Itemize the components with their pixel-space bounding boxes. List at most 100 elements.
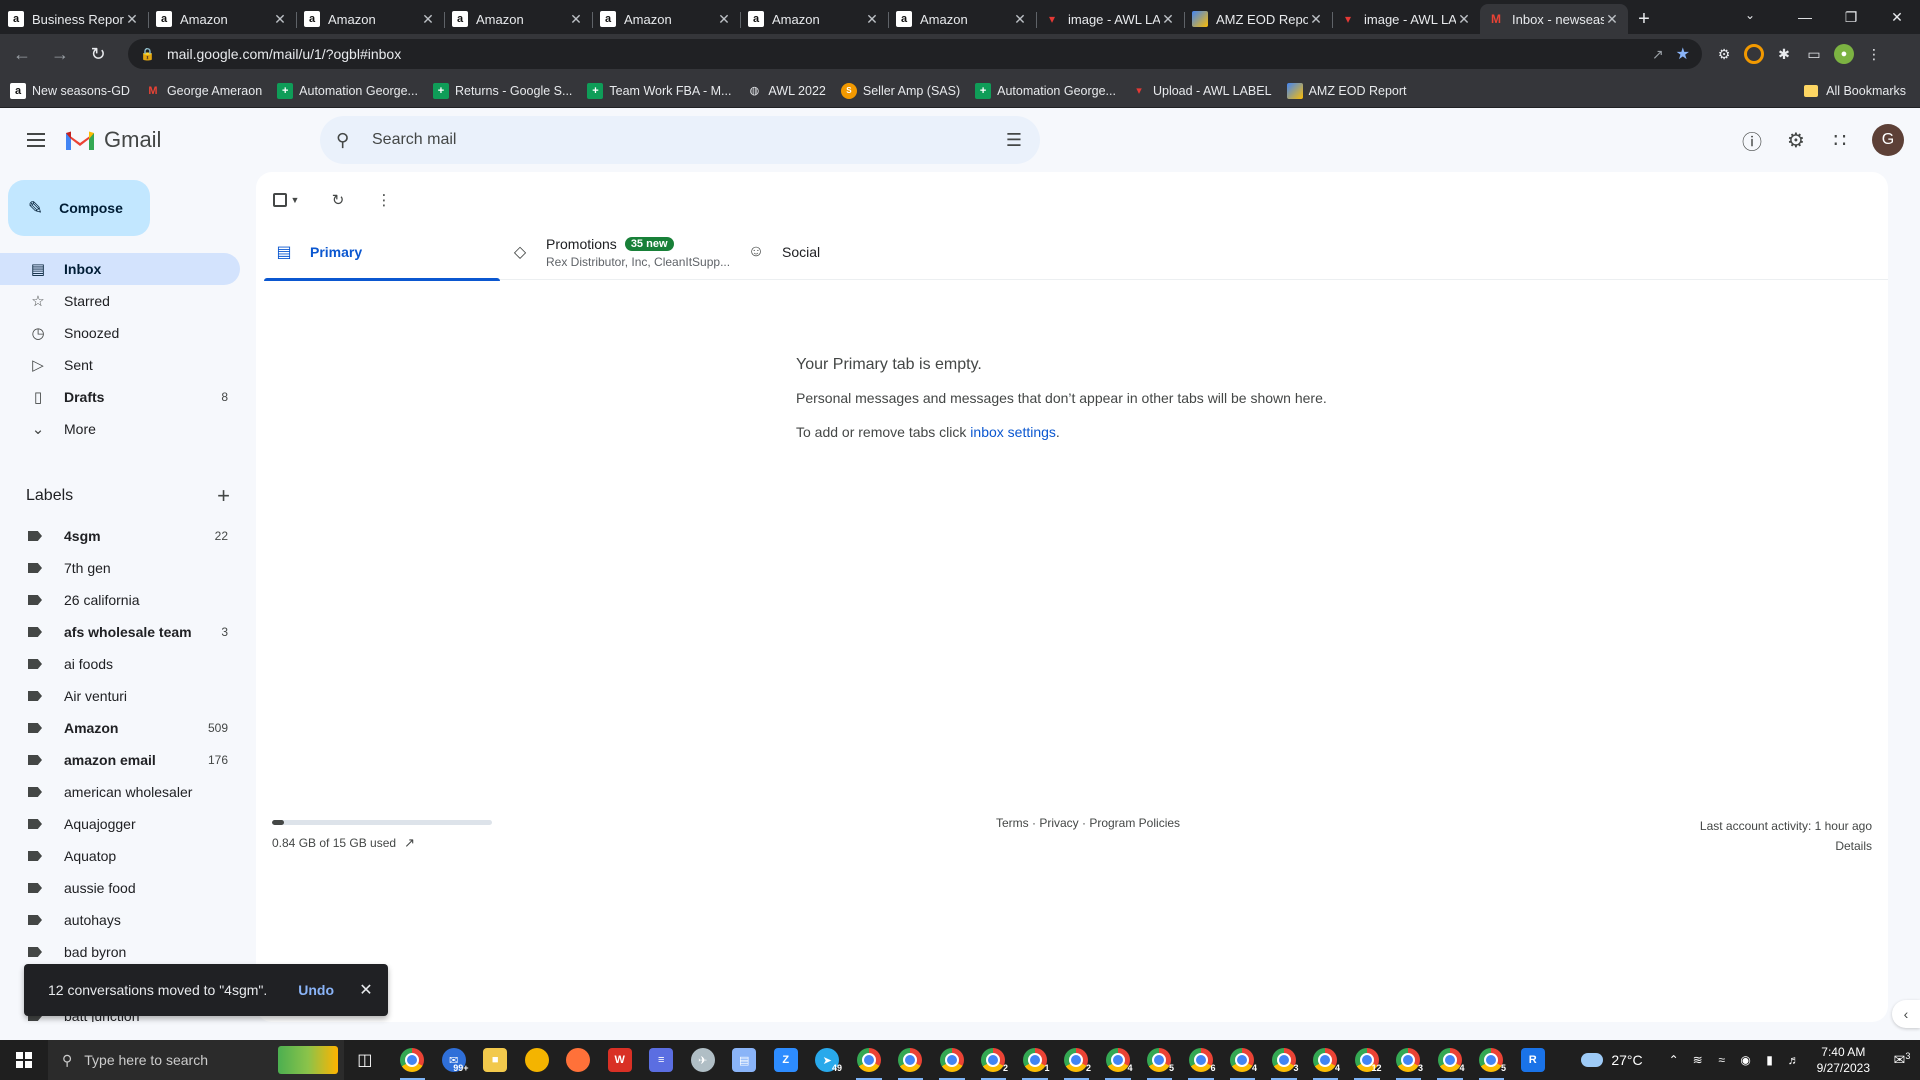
- help-icon[interactable]: ⓘ: [1736, 116, 1768, 164]
- label-item[interactable]: 4sgm 22: [0, 520, 240, 552]
- label-item[interactable]: Air venturi: [0, 680, 240, 712]
- label-item[interactable]: amazon email 176: [0, 744, 240, 776]
- taskbar-app-chrome-icon[interactable]: [931, 1040, 973, 1080]
- taskbar-app-chrome-icon[interactable]: 5: [1139, 1040, 1181, 1080]
- close-tab-icon[interactable]: ✕: [568, 11, 584, 28]
- taskbar-app-chrome-icon[interactable]: 2: [973, 1040, 1015, 1080]
- more-options-icon[interactable]: ⋮: [370, 184, 398, 216]
- tab-social[interactable]: ☺ Social: [736, 224, 972, 280]
- label-item[interactable]: 7th gen: [0, 552, 240, 584]
- browser-tab[interactable]: a Business Reports ✕: [0, 4, 148, 34]
- taskbar-app-firefox-icon[interactable]: [558, 1040, 600, 1080]
- close-tab-icon[interactable]: ✕: [1160, 11, 1176, 28]
- close-tab-icon[interactable]: ✕: [1012, 11, 1028, 28]
- taskbar-app-chrome-icon[interactable]: 3: [1263, 1040, 1305, 1080]
- taskbar-app-chrome-canary-icon[interactable]: [516, 1040, 558, 1080]
- sidebar-item-sent[interactable]: ▷ Sent: [0, 349, 240, 381]
- battery-icon[interactable]: ▮: [1759, 1053, 1781, 1067]
- forward-icon[interactable]: →: [44, 38, 76, 70]
- share-icon[interactable]: ↗: [1652, 46, 1664, 63]
- close-tab-icon[interactable]: ✕: [1456, 11, 1472, 28]
- close-tab-icon[interactable]: ✕: [420, 11, 436, 28]
- close-snackbar-icon[interactable]: ✕: [354, 980, 378, 1000]
- taskbar-app-chrome-icon[interactable]: 2: [1056, 1040, 1098, 1080]
- wifi-icon[interactable]: ≈: [1711, 1053, 1733, 1067]
- policies-links[interactable]: Terms · Privacy · Program Policies: [996, 816, 1180, 830]
- profile-avatar-icon[interactable]: ●: [1834, 44, 1854, 64]
- taskbar-app-zoom-icon[interactable]: Z: [765, 1040, 807, 1080]
- gmail-logo[interactable]: Gmail: [64, 127, 234, 153]
- refresh-icon[interactable]: ↻: [324, 184, 352, 216]
- browser-tab[interactable]: a Amazon ✕: [740, 4, 888, 34]
- reload-icon[interactable]: ↻: [82, 38, 114, 70]
- taskbar-app-app-r-icon[interactable]: R: [1512, 1040, 1554, 1080]
- account-avatar[interactable]: G: [1872, 124, 1904, 156]
- taskbar-app-chrome-icon[interactable]: [392, 1040, 434, 1080]
- back-icon[interactable]: ←: [6, 38, 38, 70]
- site-info-icon[interactable]: 🔒: [140, 47, 155, 61]
- address-bar[interactable]: 🔒 mail.google.com/mail/u/1/?ogbl#inbox ↗…: [128, 39, 1702, 69]
- browser-tab[interactable]: AMZ EOD Report ✕: [1184, 4, 1332, 34]
- bookmark-item[interactable]: + Team Work FBA - M...: [587, 82, 731, 99]
- taskbar-search[interactable]: ⚲ Type here to search: [48, 1040, 344, 1080]
- label-item[interactable]: 26 california: [0, 584, 240, 616]
- bookmark-item[interactable]: ▾ Upload - AWL LABEL: [1131, 83, 1271, 99]
- taskbar-app-mail-icon[interactable]: ✉ 99+: [433, 1040, 475, 1080]
- taskbar-app-chrome-icon[interactable]: 6: [1180, 1040, 1222, 1080]
- taskbar-app-chrome-icon[interactable]: 1: [1014, 1040, 1056, 1080]
- volume-icon[interactable]: ♬: [1783, 1053, 1805, 1067]
- bookmark-star-icon[interactable]: ★: [1676, 44, 1690, 64]
- google-apps-icon[interactable]: ∷: [1824, 116, 1856, 164]
- taskbar-app-notepad-icon[interactable]: ▤: [724, 1040, 766, 1080]
- meet-icon[interactable]: ◉: [1735, 1053, 1757, 1067]
- tab-promotions[interactable]: ◇ Promotions 35 new Rex Distributor, Inc, C…: [500, 224, 736, 280]
- close-tab-icon[interactable]: ✕: [864, 11, 880, 28]
- taskbar-app-chrome-icon[interactable]: 4: [1305, 1040, 1347, 1080]
- sidebar-item-starred[interactable]: ☆ Starred: [0, 285, 240, 317]
- close-tab-icon[interactable]: ✕: [1604, 11, 1620, 28]
- taskbar-app-chrome-icon[interactable]: 12: [1346, 1040, 1388, 1080]
- bookmark-item[interactable]: S Seller Amp (SAS): [840, 82, 960, 99]
- search-options-icon[interactable]: ☰: [1000, 130, 1028, 151]
- browser-menu-icon[interactable]: ⋮: [1864, 44, 1884, 64]
- undo-button[interactable]: Undo: [298, 982, 334, 998]
- task-view-icon[interactable]: ◫: [344, 1040, 386, 1080]
- label-item[interactable]: afs wholesale team 3: [0, 616, 240, 648]
- label-item[interactable]: american wholesaler: [0, 776, 240, 808]
- browser-tab[interactable]: a Amazon ✕: [148, 4, 296, 34]
- sidebar-item-drafts[interactable]: ▯ Drafts 8: [0, 381, 240, 413]
- bookmark-item[interactable]: + Returns - Google S...: [432, 82, 572, 99]
- taskbar-app-chrome-icon[interactable]: 4: [1429, 1040, 1471, 1080]
- caret-down-icon[interactable]: ▼: [291, 195, 300, 205]
- taskbar-app-chrome-icon[interactable]: 4: [1222, 1040, 1264, 1080]
- label-item[interactable]: Aquajogger: [0, 808, 240, 840]
- label-item[interactable]: Amazon 509: [0, 712, 240, 744]
- browser-tab[interactable]: ▾ image - AWL LABEL✕: [1036, 4, 1184, 34]
- label-item[interactable]: Aquatop: [0, 840, 240, 872]
- extensions-puzzle-icon[interactable]: ✱: [1774, 44, 1794, 64]
- bookmark-item[interactable]: + Automation George...: [975, 82, 1116, 99]
- close-tab-icon[interactable]: ✕: [1308, 11, 1324, 28]
- close-tab-icon[interactable]: ✕: [124, 11, 140, 28]
- compose-button[interactable]: ✎ Compose: [8, 180, 150, 236]
- manage-storage-icon[interactable]: ↗: [404, 835, 415, 851]
- browser-tab[interactable]: a Amazon ✕: [444, 4, 592, 34]
- sidebar-item-snoozed[interactable]: ◷ Snoozed: [0, 317, 240, 349]
- label-item[interactable]: aussie food: [0, 872, 240, 904]
- start-button[interactable]: [0, 1040, 48, 1080]
- all-bookmarks-button[interactable]: All Bookmarks: [1804, 74, 1906, 108]
- extension-ring-icon[interactable]: [1744, 44, 1764, 64]
- address-url[interactable]: mail.google.com/mail/u/1/?ogbl#inbox: [167, 46, 1652, 62]
- taskbar-app-chrome-icon[interactable]: 5: [1471, 1040, 1513, 1080]
- chevron-up-icon[interactable]: ⌃: [1663, 1053, 1685, 1067]
- sidebar-item-inbox[interactable]: ▤ Inbox: [0, 253, 240, 285]
- bookmark-item[interactable]: + Automation George...: [277, 82, 418, 99]
- settings-gear-icon[interactable]: ⚙: [1780, 116, 1812, 164]
- bookmark-item[interactable]: ◍ AWL 2022: [746, 83, 826, 99]
- taskbar-app-app-bird-icon[interactable]: ✈: [682, 1040, 724, 1080]
- close-window-icon[interactable]: ✕: [1874, 0, 1920, 34]
- taskbar-app-wps-icon[interactable]: W: [599, 1040, 641, 1080]
- close-tab-icon[interactable]: ✕: [272, 11, 288, 28]
- activity-details-link[interactable]: Details: [1700, 836, 1872, 856]
- browser-tab[interactable]: a Amazon ✕: [888, 4, 1036, 34]
